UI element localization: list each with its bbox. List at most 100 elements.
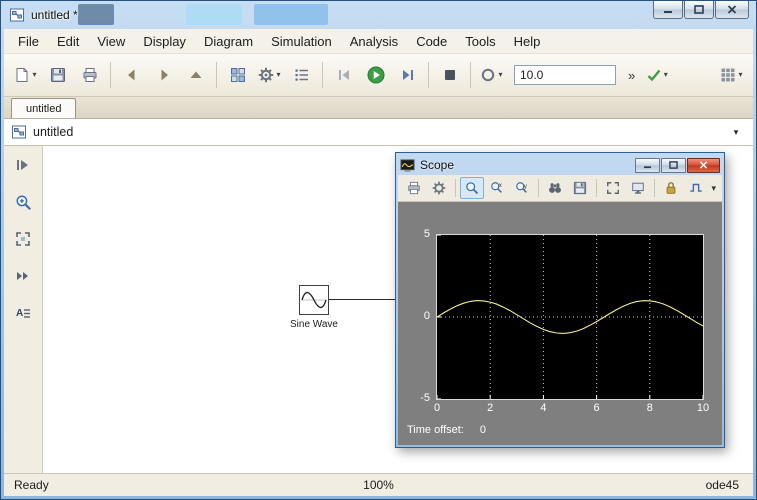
scope-zoom-button[interactable] (460, 177, 484, 199)
magnifier-x-icon: x (490, 181, 504, 195)
scope-toolbar-chevron-icon[interactable]: ▾ (711, 183, 718, 194)
time-offset-value: 0 (479, 424, 486, 436)
model-file-icon (9, 7, 25, 23)
up-button[interactable] (180, 59, 211, 91)
menu-item-simulation[interactable]: Simulation (262, 31, 341, 52)
breadcrumb-dropdown-icon[interactable]: ▾ (726, 127, 746, 138)
magnifier-icon (465, 181, 479, 195)
tab-untitled[interactable]: untitled (11, 98, 77, 118)
library-icon (230, 67, 246, 83)
zoom-button[interactable] (11, 191, 35, 213)
binoculars-icon (548, 181, 562, 195)
window-titlebar[interactable]: untitled * (4, 1, 753, 29)
menu-item-view[interactable]: View (88, 31, 134, 52)
menu-item-help[interactable]: Help (505, 31, 550, 52)
model-explorer-icon (294, 67, 310, 83)
save-icon (50, 67, 66, 83)
library-browser-button[interactable] (222, 59, 253, 91)
scope-signal-selector-button[interactable] (684, 177, 708, 199)
save-button[interactable] (42, 59, 73, 91)
step-back-button[interactable] (328, 59, 359, 91)
menu-item-display[interactable]: Display (134, 31, 195, 52)
menu-item-code[interactable]: Code (407, 31, 456, 52)
dropdown-icon: ▾ (738, 70, 743, 79)
close-button[interactable] (715, 1, 749, 19)
new-model-button[interactable]: ▾ (10, 59, 41, 91)
scope-lock-axes-button[interactable] (659, 177, 683, 199)
step-forward-button[interactable] (392, 59, 423, 91)
breadcrumb-bar: untitled ▾ (4, 119, 753, 146)
minimize-button[interactable] (653, 1, 683, 19)
up-arrow-icon (188, 67, 204, 83)
menu-item-diagram[interactable]: Diagram (195, 31, 262, 52)
status-text: Ready (14, 478, 49, 492)
run-button[interactable] (360, 59, 391, 91)
run-icon (367, 66, 385, 84)
window-title: untitled * (31, 8, 78, 22)
fit-view-button[interactable] (11, 228, 35, 250)
status-bar: Ready 100% ode45 (4, 473, 753, 496)
scope-plot[interactable] (436, 234, 704, 400)
toolbar-separator (428, 62, 429, 88)
scope-save-axes-button[interactable] (568, 177, 592, 199)
scope-minimize-button[interactable] (635, 157, 660, 173)
scope-autoscale-button[interactable] (543, 177, 567, 199)
print-button[interactable] (74, 59, 105, 91)
menu-item-edit[interactable]: Edit (48, 31, 88, 52)
new-model-icon (14, 67, 30, 83)
lock-icon (664, 181, 678, 195)
scope-maximize-button[interactable] (661, 157, 686, 173)
svg-text:A: A (16, 308, 23, 319)
forward-button[interactable] (148, 59, 179, 91)
main-toolbar: ▾ ▾ ▾ 10.0 » ▾ ▾ (4, 53, 753, 97)
toolbar-separator (455, 179, 456, 197)
configuration-button[interactable]: ▾ (254, 59, 285, 91)
gear-icon (432, 181, 446, 195)
menu-item-analysis[interactable]: Analysis (341, 31, 407, 52)
toolbar-separator (654, 179, 655, 197)
simulation-mode-button[interactable]: ▾ (476, 59, 507, 91)
print-icon (82, 67, 98, 83)
x-tick-label: 6 (593, 402, 600, 414)
scope-close-button[interactable] (687, 157, 720, 173)
stop-time-input[interactable] (514, 65, 616, 85)
scope-float-button[interactable] (626, 177, 650, 199)
check-icon (646, 67, 662, 83)
scope-titlebar[interactable]: Scope (398, 155, 722, 175)
scope-parameters-button[interactable] (427, 177, 451, 199)
svg-text:x: x (499, 182, 502, 189)
dropdown-icon: ▾ (32, 70, 37, 79)
back-arrow-icon (124, 67, 140, 83)
stop-button[interactable] (434, 59, 465, 91)
x-tick-label: 0 (433, 402, 441, 414)
sine-wave-icon (300, 286, 328, 314)
maximize-button[interactable] (684, 1, 714, 19)
menu-item-tools[interactable]: Tools (456, 31, 504, 52)
scope-restore-axes-button[interactable] (601, 177, 625, 199)
dropdown-icon: ▾ (276, 70, 281, 79)
toolbar-overflow-icon[interactable]: » (628, 68, 635, 83)
model-explorer-button[interactable] (286, 59, 317, 91)
forward-arrows-button[interactable] (11, 265, 35, 287)
menu-item-file[interactable]: File (9, 31, 48, 52)
scope-window[interactable]: Scope x y ▾ 5 0 -5 0 2 4 6 8 10 Time off… (395, 152, 725, 448)
model-node-icon (11, 124, 27, 140)
signal-line[interactable] (329, 299, 401, 300)
annotation-icon: A (15, 305, 31, 321)
sine-wave-block[interactable] (299, 285, 329, 315)
breadcrumb[interactable]: untitled (33, 125, 73, 139)
scope-zoom-y-button[interactable]: y (510, 177, 534, 199)
aero-reflection (254, 4, 328, 25)
aero-reflection (186, 4, 242, 25)
back-button[interactable] (116, 59, 147, 91)
zoom-level: 100% (363, 478, 394, 492)
tool-palette: A (4, 146, 43, 473)
update-diagram-button[interactable]: ▾ (641, 59, 672, 91)
browser-toggle-button[interactable] (11, 154, 35, 176)
forward-arrow-icon (156, 67, 172, 83)
annotation-button[interactable]: A (11, 302, 35, 324)
scope-zoom-x-button[interactable]: x (485, 177, 509, 199)
build-button[interactable]: ▾ (716, 59, 747, 91)
scope-print-button[interactable] (402, 177, 426, 199)
step-forward-icon (400, 67, 416, 83)
